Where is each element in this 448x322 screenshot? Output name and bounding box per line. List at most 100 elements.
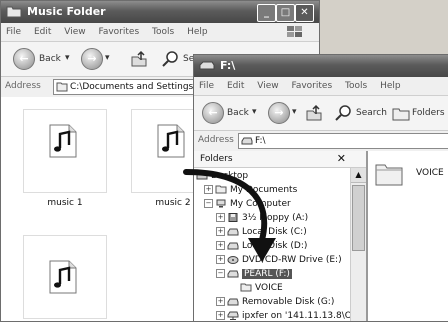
menu-help[interactable]: Help <box>187 27 208 37</box>
music-menubar: File Edit View Favorites Tools Help <box>1 23 319 42</box>
menu-edit[interactable]: Edit <box>227 81 244 91</box>
folders-scrollbar[interactable]: ▲ <box>350 168 366 321</box>
menu-favorites[interactable]: Favorites <box>291 81 332 91</box>
tree-label: Desktop <box>211 171 249 181</box>
folder-icon <box>56 82 68 91</box>
drive-icon <box>227 298 239 306</box>
drive-toolbar: ← Back ▾ → ▾ Search Folders <box>194 96 448 131</box>
address-text: F:\ <box>255 136 266 146</box>
expand-icon[interactable]: + <box>216 227 225 236</box>
tree-item-local-disk-d[interactable]: + Local Disk (D:) <box>216 240 307 253</box>
folder-icon <box>240 283 252 292</box>
forward-dropdown-icon[interactable]: ▾ <box>292 107 297 117</box>
up-folder-icon[interactable] <box>129 49 149 69</box>
tree-label: Removable Disk (G:) <box>242 297 335 307</box>
back-button[interactable]: ← <box>13 48 35 70</box>
music-window-titlebar[interactable]: Music Folder _ □ ✕ <box>1 1 319 23</box>
expand-icon[interactable]: + <box>216 241 225 250</box>
windows-logo-icon <box>287 26 302 37</box>
menu-view[interactable]: View <box>257 81 278 91</box>
back-button[interactable]: ← <box>202 102 224 124</box>
drive-icon <box>227 242 239 250</box>
folders-pane: Folders ✕ Desktop + My Documents − My Comp… <box>194 151 368 321</box>
tree-label: 3½ Floppy (A:) <box>242 213 309 223</box>
collapse-icon[interactable]: − <box>216 269 225 278</box>
tree-item-removable-disk-g[interactable]: + Removable Disk (G:) <box>216 296 334 309</box>
tree-item-my-computer[interactable]: − My Computer <box>204 198 291 211</box>
search-label[interactable]: Search <box>356 108 387 118</box>
computer-icon <box>216 199 226 208</box>
expand-icon[interactable]: + <box>216 297 225 306</box>
folder-item-voice[interactable]: VOICE <box>372 159 448 199</box>
tree-label: DVD/CD-RW Drive (E:) <box>242 255 342 265</box>
tree-label: Local Disk (D:) <box>242 241 308 251</box>
back-label: Back <box>227 108 249 118</box>
menu-favorites[interactable]: Favorites <box>98 27 139 37</box>
menu-help[interactable]: Help <box>380 81 401 91</box>
back-dropdown-icon[interactable]: ▾ <box>65 53 70 63</box>
tree-item-network-drive[interactable]: + ipxfer on '141.11.13.8\Ofc <box>216 310 350 321</box>
forward-button[interactable]: → <box>81 48 103 70</box>
tree-label: VOICE <box>255 283 283 293</box>
expand-icon[interactable]: + <box>204 185 213 194</box>
music-window-title: Music Folder <box>27 5 106 18</box>
folder-icon <box>215 185 227 194</box>
tree-item-desktop[interactable]: Desktop <box>196 170 248 183</box>
tree-label: Local Disk (C:) <box>242 227 307 237</box>
search-icon[interactable] <box>161 49 181 69</box>
floppy-icon <box>228 213 238 222</box>
drive-window-title: F:\ <box>220 59 236 72</box>
up-folder-icon[interactable] <box>304 103 324 123</box>
file-tile-music-1[interactable]: music 1 <box>23 109 107 208</box>
menu-edit[interactable]: Edit <box>34 27 51 37</box>
menu-file[interactable]: File <box>199 81 214 91</box>
drive-f-window: F:\ File Edit View Favorites Tools Help … <box>193 54 448 322</box>
tree-item-my-documents[interactable]: + My Documents <box>204 184 297 197</box>
scroll-thumb[interactable] <box>352 185 365 251</box>
menu-tools[interactable]: Tools <box>345 81 367 91</box>
address-text: C:\Documents and Settings\ji <box>70 82 202 92</box>
file-tile-music-3[interactable] <box>23 235 107 319</box>
forward-dropdown-icon[interactable]: ▾ <box>105 53 110 63</box>
scroll-up-arrow-icon[interactable]: ▲ <box>351 168 366 183</box>
tree-label: My Documents <box>230 185 298 195</box>
maximize-button[interactable]: □ <box>276 4 295 22</box>
drive-window-titlebar[interactable]: F:\ <box>194 55 448 77</box>
folder-tree: Desktop + My Documents − My Computer +3½ F… <box>194 168 350 321</box>
expand-icon[interactable]: + <box>216 213 225 222</box>
menu-view[interactable]: View <box>64 27 85 37</box>
folder-item-label: VOICE <box>416 168 444 178</box>
minimize-button[interactable]: _ <box>257 4 276 22</box>
tree-item-voice[interactable]: VOICE <box>240 282 283 295</box>
back-dropdown-icon[interactable]: ▾ <box>252 107 257 117</box>
drive-icon <box>241 137 253 144</box>
music-address-field[interactable]: C:\Documents and Settings\ji <box>53 79 205 95</box>
forward-button[interactable]: → <box>268 102 290 124</box>
collapse-icon[interactable]: − <box>204 199 213 208</box>
expand-icon[interactable]: + <box>216 255 225 264</box>
tree-item-dvd-drive-e[interactable]: + DVD/CD-RW Drive (E:) <box>216 254 342 267</box>
cd-icon <box>227 256 239 264</box>
folders-icon[interactable] <box>392 105 410 121</box>
address-label: Address <box>5 81 41 91</box>
expand-icon[interactable]: + <box>216 311 225 320</box>
menu-tools[interactable]: Tools <box>152 27 174 37</box>
tree-label: My Computer <box>230 199 291 209</box>
music-file-icon <box>49 124 77 158</box>
search-icon[interactable] <box>334 103 354 123</box>
tree-item-pearl-f[interactable]: − PEARL (F:) <box>216 268 292 281</box>
close-button[interactable]: ✕ <box>295 4 314 22</box>
folders-label[interactable]: Folders <box>412 108 445 118</box>
close-pane-icon[interactable]: ✕ <box>337 151 346 167</box>
desktop-icon <box>196 171 208 180</box>
tree-item-floppy-a[interactable]: +3½ Floppy (A:) <box>216 212 308 225</box>
tree-item-local-disk-c[interactable]: + Local Disk (C:) <box>216 226 307 239</box>
drive-address-field[interactable]: F:\ <box>238 133 448 149</box>
folders-pane-header: Folders ✕ <box>194 151 366 168</box>
menu-file[interactable]: File <box>6 27 21 37</box>
network-drive-icon <box>227 311 239 320</box>
drive-icon <box>227 228 239 236</box>
folder-icon <box>6 6 22 18</box>
drive-content-area: VOICE <box>368 151 448 321</box>
folder-icon <box>375 164 403 186</box>
